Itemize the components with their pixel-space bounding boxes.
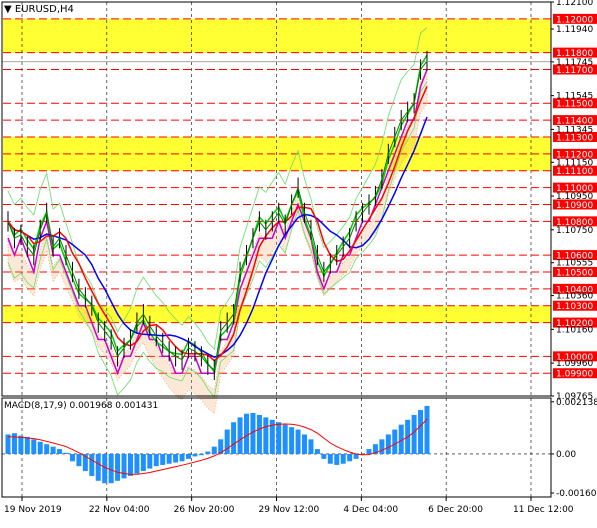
support-resistance-zone [3, 18, 551, 53]
macd-histogram-bar [173, 453, 179, 463]
macd-histogram-bar [147, 453, 153, 469]
macd-histogram-bar [256, 414, 262, 454]
macd-histogram-bar [385, 434, 391, 454]
macd-histogram-bar [11, 433, 17, 454]
level-label: 1.12000 [556, 15, 593, 25]
ichimoku-cloud [7, 69, 428, 415]
macd-histogram-bar [334, 453, 340, 465]
macd-histogram-bar [63, 452, 69, 454]
macd-y-tick-label: -0.001602 [556, 489, 597, 499]
tenkan-line [7, 54, 428, 374]
y-tick-label: 1.11545 [556, 92, 593, 102]
y-tick-label: 1.11345 [556, 125, 593, 135]
macd-histogram-bar [57, 449, 63, 454]
chart-window: 1.12000 1.11800 1.11700 1.11500 1.11400 1.113… [0, 0, 597, 524]
x-tick-label: 4 Dec 04:00 [343, 505, 398, 515]
macd-histogram-bar [121, 453, 127, 479]
macd-histogram-bar [379, 439, 385, 454]
macd-histogram-bar [198, 453, 204, 456]
y-tick-label: 1.11940 [556, 25, 593, 35]
macd-histogram-bar [76, 453, 82, 467]
macd-histogram-bar [321, 453, 327, 459]
main-plot-frame [1, 1, 552, 397]
dropdown-triangle-icon[interactable]: ▼ [4, 4, 12, 15]
macd-y-tick-label: 0.00 [556, 450, 576, 460]
macd-histogram-bar [205, 451, 211, 454]
macd-histogram-bar [282, 424, 288, 454]
level-label: 1.10900 [556, 201, 593, 211]
x-tick-label: 6 Dec 20:00 [428, 505, 483, 515]
macd-histogram-bar [179, 453, 185, 462]
macd-histogram-bar [24, 436, 30, 454]
macd-histogram-bar [102, 453, 108, 484]
price-close-line [7, 60, 428, 371]
level-label: 1.10500 [556, 268, 593, 278]
symbol-title[interactable]: ▼ EURUSD,H4 [4, 4, 74, 15]
symbol-label: EURUSD,H4 [14, 4, 74, 15]
macd-label: MACD(8,17,9) 0.001968 0.001431 [4, 401, 159, 411]
macd-histogram-bar [231, 422, 237, 454]
macd-histogram-bar [308, 439, 314, 454]
y-tick-label: 1.11150 [556, 158, 593, 168]
macd-histogram-bar [211, 446, 217, 454]
x-tick-label: 11 Dec 12:00 [513, 505, 574, 515]
macd-histogram-bar [31, 439, 37, 454]
macd-histogram-bar [340, 453, 346, 464]
macd-histogram-bar [263, 417, 269, 454]
macd-signal-line [8, 418, 428, 475]
y-tick-label: 1.11745 [556, 58, 593, 68]
macd-histogram-bar [411, 414, 417, 454]
macd-histogram-bar [314, 449, 320, 454]
macd-histogram-bar [95, 453, 101, 481]
macd-histogram-bar [392, 429, 398, 454]
macd-histogram-bar [134, 453, 140, 474]
macd-histogram-bar [153, 453, 159, 467]
macd-histogram-bar [302, 434, 308, 454]
y-tick-label: 1.10360 [556, 292, 593, 302]
macd-histogram-bar [69, 453, 75, 462]
macd-histogram-bar [327, 453, 333, 464]
macd-histogram-bar [50, 446, 56, 454]
x-tick-label: 29 Nov 12:00 [259, 505, 320, 515]
macd-histogram-bar [347, 453, 353, 462]
level-label: 1.10300 [556, 302, 593, 312]
macd-histogram-bar [115, 453, 121, 481]
macd-histogram-bar [160, 453, 166, 465]
macd-histogram-bar [424, 405, 430, 454]
macd-histogram-bar [37, 441, 43, 454]
macd-histogram-bar [18, 435, 24, 454]
y-tick-label: 1.12100 [556, 0, 593, 8]
support-resistance-zone [3, 136, 551, 171]
level-label: 1.09900 [556, 370, 593, 380]
y-tick-label: 1.09960 [556, 359, 593, 369]
x-tick-label: 22 Nov 04:00 [89, 505, 150, 515]
level-label: 1.11100 [556, 167, 593, 177]
y-tick-label: 1.10750 [556, 226, 593, 236]
macd-histogram-bar [166, 453, 172, 464]
macd-histogram-bar [140, 453, 146, 472]
macd-histogram-bar [237, 417, 243, 454]
macd-histogram-bar [44, 444, 50, 454]
macd-histogram-bar [418, 410, 424, 454]
macd-histogram-bar [192, 453, 198, 457]
macd-histogram-bar [89, 453, 95, 476]
macd-histogram-bar [276, 422, 282, 454]
macd-histogram-bar [127, 453, 133, 476]
macd-histogram-bar [366, 449, 372, 454]
macd-histogram-bar [289, 427, 295, 454]
x-tick-label: 19 Nov 2019 [4, 505, 62, 515]
x-tick-label: 26 Nov 20:00 [174, 505, 235, 515]
macd-histogram-bar [185, 453, 191, 459]
upper-band-line [7, 27, 428, 350]
y-tick-label: 1.10160 [556, 325, 593, 335]
macd-y-tick-label: 0.002138 [556, 398, 597, 408]
macd-histogram-bar [244, 413, 250, 454]
chart-canvas[interactable]: 1.120001.118001.117001.115001.114001.113… [0, 0, 597, 524]
y-tick-label: 1.10950 [556, 192, 593, 202]
macd-histogram-bar [108, 453, 114, 484]
macd-histogram-bar [295, 429, 301, 454]
y-tick-label: 1.10555 [556, 259, 593, 269]
